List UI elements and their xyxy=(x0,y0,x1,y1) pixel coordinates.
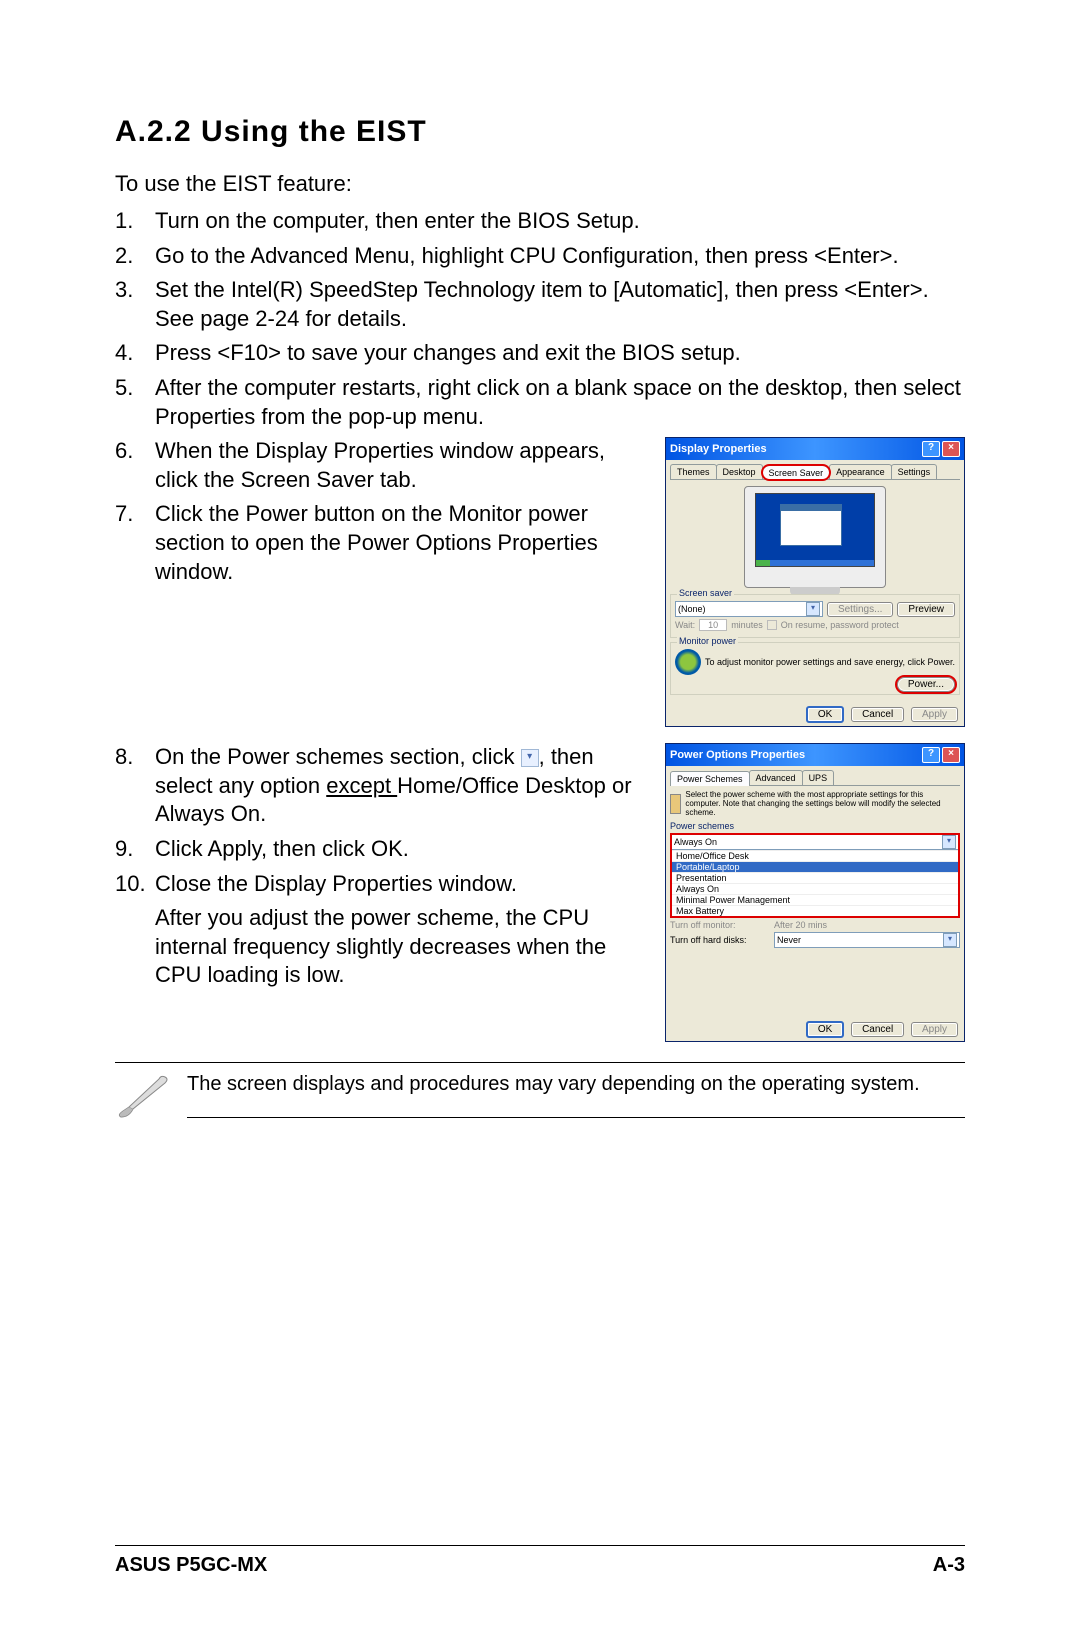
wait-units: minutes xyxy=(731,620,763,630)
chevron-down-icon: ▾ xyxy=(942,835,956,849)
settings-button[interactable]: Settings... xyxy=(827,602,893,617)
help-button[interactable]: ? xyxy=(922,747,940,763)
tab-strip: Themes Desktop Screen Saver Appearance S… xyxy=(670,464,960,480)
step-number: 6. xyxy=(115,437,155,494)
step-text: When the Display Properties window appea… xyxy=(155,437,645,494)
footer-page-number: A-3 xyxy=(933,1554,965,1577)
turnoff-monitor-label: Turn off monitor: xyxy=(670,920,770,930)
tab-settings[interactable]: Settings xyxy=(891,464,938,479)
step-number: 1. xyxy=(115,207,155,236)
page-footer: ASUS P5GC-MX A-3 xyxy=(115,1545,965,1577)
screensaver-group-label: Screen saver xyxy=(677,588,734,598)
step-number: 5. xyxy=(115,374,155,431)
steps-list-b: 6.When the Display Properties window app… xyxy=(115,437,645,586)
monitor-power-text: To adjust monitor power settings and sav… xyxy=(705,657,955,667)
monitor-preview xyxy=(744,486,886,588)
power-options-dialog: Power Options Properties ? × Power Schem… xyxy=(665,743,965,1042)
wait-value[interactable]: 10 xyxy=(699,619,727,631)
close-button[interactable]: × xyxy=(942,747,960,763)
close-button[interactable]: × xyxy=(942,441,960,457)
resume-label: On resume, password protect xyxy=(781,620,899,630)
step-number: 4. xyxy=(115,339,155,368)
step-text: Go to the Advanced Menu, highlight CPU C… xyxy=(155,242,965,271)
step-number: 3. xyxy=(115,276,155,333)
apply-button[interactable]: Apply xyxy=(911,707,958,722)
step-number: 2. xyxy=(115,242,155,271)
help-button[interactable]: ? xyxy=(922,441,940,457)
steps-list: 1.Turn on the computer, then enter the B… xyxy=(115,207,965,431)
tab-strip: Power Schemes Advanced UPS xyxy=(670,770,960,786)
turnoff-monitor-value: After 20 mins xyxy=(774,920,827,930)
list-item[interactable]: Presentation xyxy=(672,872,958,883)
tab-desktop[interactable]: Desktop xyxy=(716,464,763,479)
power-schemes-label: Power schemes xyxy=(670,821,960,831)
list-item[interactable]: Max Battery xyxy=(672,905,958,916)
step-text: After the computer restarts, right click… xyxy=(155,374,965,431)
step-text: Click Apply, then click OK. xyxy=(155,835,645,864)
chevron-down-icon: ▾ xyxy=(943,933,957,947)
cancel-button[interactable]: Cancel xyxy=(851,1022,904,1037)
step-number: 7. xyxy=(115,500,155,586)
after-text: After you adjust the power scheme, the C… xyxy=(115,904,645,990)
step-number: 10. xyxy=(115,870,155,899)
ok-button[interactable]: OK xyxy=(806,1021,844,1038)
section-heading: A.2.2 Using the EIST xyxy=(115,115,965,149)
chevron-down-icon: ▾ xyxy=(806,602,820,616)
note-icon xyxy=(115,1073,175,1118)
turnoff-hd-label: Turn off hard disks: xyxy=(670,935,770,945)
energystar-icon xyxy=(675,649,701,675)
intro-text: To use the EIST feature: xyxy=(115,171,965,197)
screensaver-select[interactable]: (None)▾ xyxy=(675,601,823,617)
monitor-power-label: Monitor power xyxy=(677,636,738,646)
power-schemes-desc: Select the power scheme with the most ap… xyxy=(685,790,960,817)
dialog-title: Power Options Properties xyxy=(670,749,805,761)
display-properties-dialog: Display Properties ? × Themes Desktop Sc… xyxy=(665,437,965,727)
footer-product: ASUS P5GC-MX xyxy=(115,1554,267,1577)
list-item[interactable]: Home/Office Desk xyxy=(672,850,958,861)
power-plug-icon xyxy=(670,794,681,814)
tab-ups[interactable]: UPS xyxy=(802,770,835,785)
power-button[interactable]: Power... xyxy=(897,677,955,692)
dialog-title: Display Properties xyxy=(670,443,767,455)
tab-advanced[interactable]: Advanced xyxy=(749,770,803,785)
step-text: Turn on the computer, then enter the BIO… xyxy=(155,207,965,236)
step-number: 9. xyxy=(115,835,155,864)
step-text: On the Power schemes section, click ▾, t… xyxy=(155,743,645,829)
note-text: The screen displays and procedures may v… xyxy=(187,1073,965,1118)
tab-appearance[interactable]: Appearance xyxy=(829,464,892,479)
resume-checkbox[interactable] xyxy=(767,620,777,630)
list-item[interactable]: Minimal Power Management xyxy=(672,894,958,905)
power-schemes-listbox[interactable]: Always On ▾ Home/Office Desk Portable/Lap… xyxy=(670,833,960,918)
step-text: Close the Display Properties window. xyxy=(155,870,645,899)
dropdown-icon: ▾ xyxy=(521,749,539,767)
step-number: 8. xyxy=(115,743,155,829)
step-text: Click the Power button on the Monitor po… xyxy=(155,500,645,586)
tab-power-schemes[interactable]: Power Schemes xyxy=(670,771,750,786)
list-item[interactable]: Always On xyxy=(672,883,958,894)
turnoff-hd-select[interactable]: Never▾ xyxy=(774,932,960,948)
wait-label: Wait: xyxy=(675,620,695,630)
preview-button[interactable]: Preview xyxy=(897,602,955,617)
steps-list-c: 8. On the Power schemes section, click ▾… xyxy=(115,743,645,898)
tab-themes[interactable]: Themes xyxy=(670,464,717,479)
step-text: Press <F10> to save your changes and exi… xyxy=(155,339,965,368)
apply-button[interactable]: Apply xyxy=(911,1022,958,1037)
ok-button[interactable]: OK xyxy=(806,706,844,723)
step-text: Set the Intel(R) SpeedStep Technology it… xyxy=(155,276,965,333)
list-item[interactable]: Portable/Laptop xyxy=(672,861,958,872)
tab-screensaver[interactable]: Screen Saver xyxy=(762,465,831,480)
cancel-button[interactable]: Cancel xyxy=(851,707,904,722)
